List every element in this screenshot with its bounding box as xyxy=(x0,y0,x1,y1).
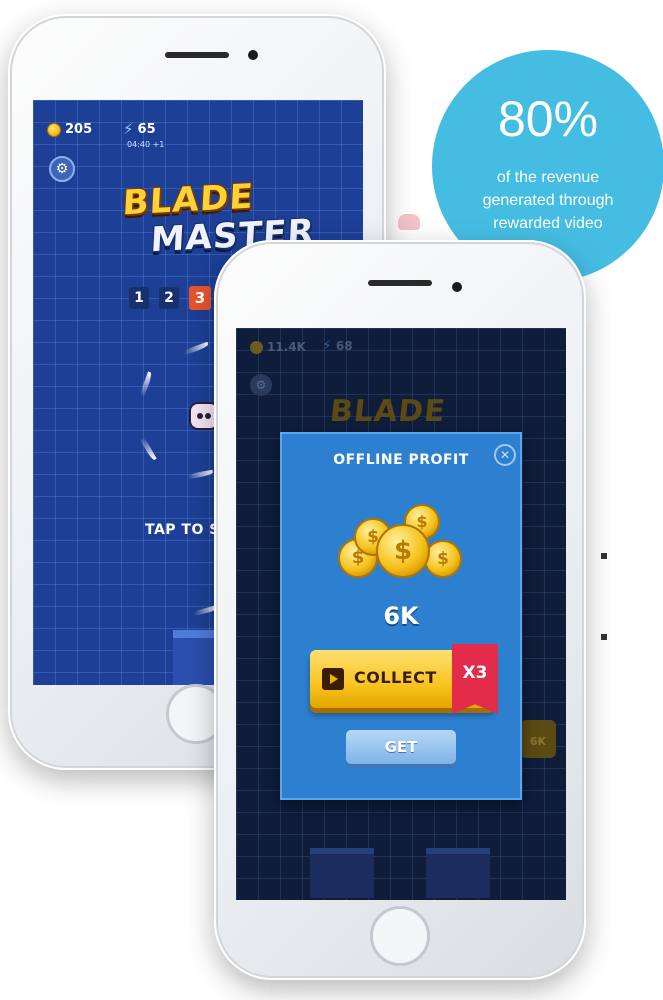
get-button[interactable]: GET xyxy=(346,730,456,764)
level-2: 2 xyxy=(159,287,179,309)
speaker xyxy=(165,52,229,58)
lightning-icon: ⚡ xyxy=(322,338,332,354)
speaker xyxy=(368,280,432,286)
stat-percentage: 80% xyxy=(497,91,599,147)
blade-icon xyxy=(186,469,214,480)
front-game-screen: 11.4K ⚡ 68 ⚙ BLADE 6K OFFLINE PROFIT ✕ $… xyxy=(236,328,566,900)
decorative-dot xyxy=(601,634,607,640)
front-camera xyxy=(452,282,462,292)
decorative-dot xyxy=(601,553,607,559)
stat-caption-line-3: rewarded video xyxy=(493,215,603,232)
offline-profit-dialog: OFFLINE PROFIT ✕ $ $ $ $ $ 6K COLLECT X3… xyxy=(280,432,522,800)
level-indicator: 1 2 3 xyxy=(129,286,211,310)
gear-icon: ⚙ xyxy=(55,161,69,177)
collect-x3-button[interactable]: COLLECT X3 xyxy=(310,644,498,714)
blade-icon xyxy=(139,371,153,398)
front-camera xyxy=(248,50,258,60)
coin-counter: 205 xyxy=(47,122,92,137)
pedestal xyxy=(310,848,374,898)
coin-icon: $ xyxy=(376,524,430,578)
dim-coin-count: 11.4K xyxy=(267,340,306,354)
level-3-current: 3 xyxy=(189,286,211,310)
stat-caption-line-1: of the revenue xyxy=(496,169,600,186)
dim-settings-button: ⚙ xyxy=(250,374,272,396)
dim-offline-badge: 6K xyxy=(520,720,556,758)
dim-coin-counter: 11.4K xyxy=(250,340,306,354)
energy-counter: ⚡ 65 xyxy=(123,120,156,138)
coin-icon xyxy=(250,340,263,354)
multiplier-badge: X3 xyxy=(452,644,498,714)
stat-caption: of the revenue generated through rewarde… xyxy=(452,166,644,235)
coin-count: 205 xyxy=(65,122,93,137)
collect-label: COLLECT xyxy=(354,668,437,687)
dialog-title: OFFLINE PROFIT xyxy=(333,452,469,468)
settings-button[interactable]: ⚙ xyxy=(49,156,75,182)
coin-icon: $ xyxy=(424,540,462,578)
decorative-nub xyxy=(398,214,420,230)
home-button[interactable] xyxy=(370,906,430,966)
front-phone: 11.4K ⚡ 68 ⚙ BLADE 6K OFFLINE PROFIT ✕ $… xyxy=(214,240,586,980)
pedestal xyxy=(426,848,490,898)
gear-icon: ⚙ xyxy=(255,378,267,392)
lightning-icon: ⚡ xyxy=(123,120,134,138)
coin-icon xyxy=(47,122,61,137)
dim-logo-blade: BLADE xyxy=(328,394,448,429)
stat-caption-line-2: generated through xyxy=(482,192,614,209)
play-icon xyxy=(322,668,344,690)
coin-pile-icon: $ $ $ $ $ xyxy=(334,504,468,594)
close-icon: ✕ xyxy=(499,448,511,462)
dim-energy-count: 68 xyxy=(335,339,353,353)
close-button[interactable]: ✕ xyxy=(494,444,516,466)
energy-count: 65 xyxy=(137,121,156,137)
blade-icon xyxy=(182,341,210,356)
dim-energy-counter: ⚡ 68 xyxy=(322,338,353,354)
profit-amount: 6K xyxy=(383,602,419,630)
level-1: 1 xyxy=(129,287,149,309)
energy-timer: 04:40 +1 xyxy=(127,140,165,149)
blade-icon xyxy=(139,435,157,462)
